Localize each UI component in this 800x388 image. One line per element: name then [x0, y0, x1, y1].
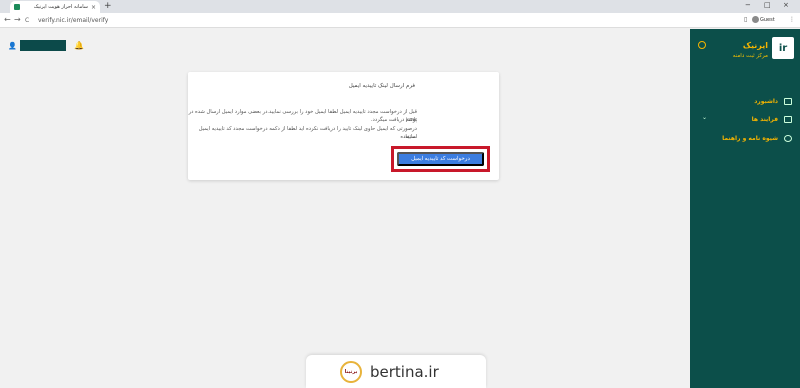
profile-avatar[interactable] — [752, 16, 759, 23]
tab-title: سامانه احراز هویت ایرنیک — [33, 4, 88, 10]
user-name-redacted[interactable] — [20, 40, 66, 51]
address-bar: ← → C verify.nic.ir/email/verify ▯ Guest… — [0, 13, 800, 28]
sidebar-item-label: شیوه نامه و راهنما — [722, 134, 778, 142]
irnic-logo: ir — [772, 37, 794, 59]
watermark-banner: برتینا bertina.ir — [306, 355, 486, 388]
watermark-text: bertina.ir — [370, 362, 439, 381]
sidebar-toggle-icon[interactable] — [698, 41, 706, 49]
highlight-frame: درخواست کد تاییدیه ایمیل — [391, 146, 490, 172]
back-button[interactable]: ← — [4, 15, 11, 24]
menu-icon[interactable]: ⋮ — [789, 16, 795, 23]
tab-close-icon[interactable]: × — [91, 4, 96, 11]
forward-button[interactable]: → — [14, 15, 21, 24]
email-verify-card: فرم ارسال لینک تاییدیه ایمیل قبل از درخو… — [188, 72, 499, 180]
browser-tab[interactable]: سامانه احراز هویت ایرنیک × — [10, 1, 100, 13]
sidebar: ir ایرنیک مرکز ثبت دامنه داشبورد فرایند … — [690, 29, 800, 388]
card-text-line: نمایید. — [403, 134, 417, 140]
card-text-line: junk دریافت میگردد. — [370, 117, 417, 123]
brand-title: ایرنیک — [742, 41, 768, 50]
card-title: فرم ارسال لینک تاییدیه ایمیل — [348, 83, 415, 89]
user-icon[interactable]: 👤 — [8, 42, 17, 50]
help-icon — [784, 134, 792, 142]
sidebar-item-guide[interactable]: شیوه نامه و راهنما — [722, 133, 792, 143]
favicon-icon — [14, 4, 20, 10]
close-window-button[interactable]: × — [783, 1, 789, 9]
sidebar-panel-icon[interactable]: ▯ — [744, 16, 747, 23]
chevron-down-icon[interactable]: ⌄ — [702, 114, 707, 121]
new-tab-button[interactable]: + — [104, 1, 112, 11]
sidebar-item-label: فرایند ها — [751, 115, 778, 123]
document-icon — [784, 115, 792, 123]
app-body: 👤 🔔 ir ایرنیک مرکز ثبت دامنه داشبورد فرا… — [0, 29, 800, 388]
minimize-button[interactable]: − — [745, 1, 751, 9]
bertina-logo: برتینا — [340, 360, 362, 383]
browser-tabbar: سامانه احراز هویت ایرنیک × + − □ × — [0, 0, 800, 13]
monitor-icon — [784, 97, 792, 105]
reload-button[interactable]: C — [25, 17, 29, 24]
url-field[interactable]: verify.nic.ir/email/verify — [38, 17, 108, 24]
request-verify-code-button[interactable]: درخواست کد تاییدیه ایمیل — [397, 152, 484, 166]
bell-icon[interactable]: 🔔 — [74, 41, 84, 50]
profile-label[interactable]: Guest — [760, 17, 775, 23]
brand-subtitle: مرکز ثبت دامنه — [732, 53, 768, 59]
sidebar-item-dashboard[interactable]: داشبورد — [754, 96, 792, 106]
maximize-button[interactable]: □ — [764, 1, 771, 9]
sidebar-item-label: داشبورد — [754, 97, 778, 105]
